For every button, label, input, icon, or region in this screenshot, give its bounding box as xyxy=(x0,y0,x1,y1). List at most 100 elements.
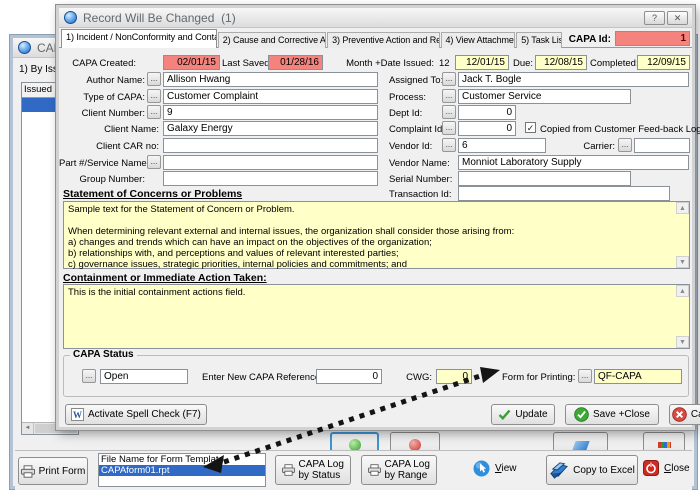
statement-of-concerns-heading: Statement of Concerns or Problems xyxy=(63,188,242,200)
due-label: Due: xyxy=(513,58,533,69)
capa-log-by-status-label: CAPA Log by Status xyxy=(299,459,345,481)
statement-scroll-up-icon[interactable]: ▲ xyxy=(676,202,689,214)
part-service-field[interactable] xyxy=(163,155,378,170)
bottom-toolbar: Print Form File Name for Form Template C… xyxy=(15,450,692,490)
tab-cause-corrective-action[interactable]: 2) Cause and Corrective Action xyxy=(218,32,326,48)
cancel-button[interactable]: Cancel xyxy=(669,404,700,425)
word-w-icon: W xyxy=(71,408,84,421)
containment-textarea[interactable]: This is the initial containment actions … xyxy=(63,284,690,349)
capa-log-by-status-button[interactable]: CAPA Log by Status xyxy=(275,455,351,485)
part-service-browse-button[interactable]: ... xyxy=(147,155,161,169)
client-name-field[interactable]: Galaxy Energy xyxy=(163,121,378,136)
author-browse-button[interactable]: ... xyxy=(147,72,161,86)
vendor-name-field[interactable]: Monniot Laboratory Supply xyxy=(458,155,689,170)
client-name-label: Client Name: xyxy=(59,124,159,135)
cwg-field[interactable]: 0 xyxy=(436,369,472,384)
vendor-id-browse-button[interactable]: ... xyxy=(442,138,456,152)
client-number-label: Client Number: xyxy=(59,108,145,119)
app-globe-icon xyxy=(18,41,31,54)
containment-scroll-up-icon[interactable]: ▲ xyxy=(676,285,689,297)
save-close-label: Save +Close xyxy=(593,409,650,420)
author-name-field[interactable]: Allison Hwang xyxy=(163,72,378,87)
transaction-id-field[interactable] xyxy=(458,186,670,201)
new-capa-ref-field[interactable]: 0 xyxy=(316,369,382,384)
dept-id-browse-button[interactable]: ... xyxy=(442,105,456,119)
type-of-capa-browse-button[interactable]: ... xyxy=(147,89,161,103)
tab-task-list[interactable]: 5) Task List xyxy=(516,32,562,48)
complaint-id-browse-button[interactable]: ... xyxy=(442,121,456,135)
scroll-left-icon[interactable]: ◄ xyxy=(22,423,34,434)
capa-id-label: CAPA Id: xyxy=(557,34,611,45)
part-service-name-label: Part #/Service Name: xyxy=(59,158,145,169)
capa-id-field[interactable]: 1 xyxy=(615,31,690,46)
print-form-button[interactable]: Print Form xyxy=(18,457,88,485)
capa-status-legend: CAPA Status xyxy=(70,349,137,360)
dialog-title: Record Will Be Changed (1) xyxy=(83,11,236,25)
type-of-capa-label: Type of CAPA: xyxy=(59,92,145,103)
new-capa-ref-label: Enter New CAPA Reference #: xyxy=(202,372,312,383)
complaint-id-field[interactable]: 0 xyxy=(458,121,516,136)
status-browse-button[interactable]: ... xyxy=(82,369,96,383)
completed-field[interactable]: 12/09/15 xyxy=(637,55,690,70)
form-for-printing-field[interactable]: QF-CAPA xyxy=(594,369,682,384)
form-template-list[interactable]: File Name for Form Template CAPAform01.r… xyxy=(98,453,266,487)
type-of-capa-field[interactable]: Customer Complaint xyxy=(163,89,378,104)
capa-status-groupbox: CAPA Status ... Open Enter New CAPA Refe… xyxy=(63,355,689,397)
containment-heading: Containment or Immediate Action Taken: xyxy=(63,272,267,284)
assigned-to-browse-button[interactable]: ... xyxy=(442,72,456,86)
close-button[interactable]: Close xyxy=(643,460,690,476)
view-button[interactable]: View xyxy=(473,460,517,477)
vendor-id-field[interactable]: 6 xyxy=(458,138,546,153)
group-number-field[interactable] xyxy=(163,171,378,186)
update-button[interactable]: Update xyxy=(491,404,555,425)
copied-from-feedback-checkbox[interactable]: ✓ xyxy=(525,122,536,133)
serial-number-field[interactable] xyxy=(458,171,631,186)
view-cursor-icon xyxy=(473,460,490,477)
completed-label: Completed: xyxy=(590,58,636,69)
last-saved-field[interactable]: 01/28/16 xyxy=(268,55,323,70)
copy-to-excel-button[interactable]: Copy to Excel xyxy=(546,455,638,485)
statement-scroll-down-icon[interactable]: ▼ xyxy=(676,256,689,268)
red-x-circle-icon xyxy=(672,407,687,422)
dialog-globe-icon xyxy=(64,11,77,24)
tab-incident-nonconformity[interactable]: 1) Incident / NonConformity and Containm… xyxy=(61,29,217,48)
dept-id-field[interactable]: 0 xyxy=(458,105,516,120)
containment-scroll-down-icon[interactable]: ▼ xyxy=(676,336,689,348)
assigned-to-field[interactable]: Jack T. Bogle xyxy=(458,72,689,87)
check-icon xyxy=(498,409,511,420)
process-field[interactable]: Customer Service xyxy=(458,89,631,104)
form-for-printing-browse-button[interactable]: ... xyxy=(578,369,592,383)
carrier-browse-button[interactable]: ... xyxy=(618,138,632,152)
carrier-field[interactable] xyxy=(634,138,690,153)
process-browse-button[interactable]: ... xyxy=(442,89,456,103)
cwg-label: CWG: xyxy=(402,372,432,383)
dialog-titlebar[interactable]: Record Will Be Changed (1) ? ✕ xyxy=(59,8,692,28)
copy-to-excel-icon xyxy=(549,461,569,479)
date-issued-field[interactable]: 12/01/15 xyxy=(455,55,509,70)
statement-textarea[interactable]: Sample text for the Statement of Concern… xyxy=(63,201,690,269)
capa-log-by-range-button[interactable]: CAPA Log by Range xyxy=(361,455,437,485)
colorful-chart-icon xyxy=(658,442,671,448)
activate-spell-check-button[interactable]: W Activate Spell Check (F7) xyxy=(65,404,207,425)
due-field[interactable]: 12/08/15 xyxy=(535,55,587,70)
save-close-button[interactable]: Save +Close xyxy=(565,404,659,425)
print-form-label: Print Form xyxy=(39,466,86,477)
client-car-no-field[interactable] xyxy=(163,138,378,153)
status-field[interactable]: Open xyxy=(100,369,188,384)
file-list-selected-item[interactable]: CAPAform01.rpt xyxy=(99,465,265,476)
tab-preventive-action-review[interactable]: 3) Preventive Action and Review xyxy=(327,32,439,48)
green-check-circle-icon xyxy=(574,407,589,422)
printer-icon xyxy=(368,464,381,476)
capa-created-field[interactable]: 02/01/15 xyxy=(163,55,220,70)
update-label: Update xyxy=(515,409,547,420)
capa-created-label: CAPA Created: xyxy=(64,58,136,69)
dialog-close-button[interactable]: ✕ xyxy=(667,11,688,25)
dialog-help-button[interactable]: ? xyxy=(644,11,665,25)
tab-view-attachments[interactable]: 4) View Attachments xyxy=(441,32,516,48)
form-for-printing-label: Form for Printing: xyxy=(502,372,574,383)
cancel-label: Cancel xyxy=(691,409,700,420)
client-number-browse-button[interactable]: ... xyxy=(147,105,161,119)
client-number-field[interactable]: 9 xyxy=(163,105,378,120)
client-car-no-label: Client CAR no: xyxy=(59,141,159,152)
group-number-label: Group Number: xyxy=(59,174,145,185)
